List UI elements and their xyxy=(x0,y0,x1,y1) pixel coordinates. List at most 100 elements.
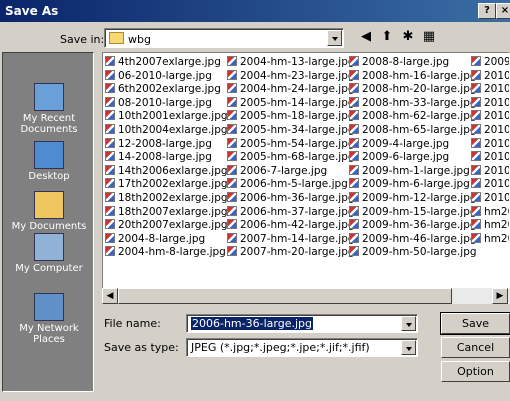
file-item[interactable]: 2006-7-large.jpg xyxy=(227,164,355,179)
file-item[interactable]: 06-2010-large.jpg xyxy=(105,69,228,84)
jpeg-file-icon xyxy=(105,110,115,121)
scroll-left-button[interactable]: ◀ xyxy=(102,288,118,304)
file-item[interactable]: 2007-hm-20-large.jpg xyxy=(227,246,355,260)
file-item[interactable]: 6th2002exlarge.jpg xyxy=(105,83,228,97)
file-item[interactable]: 2010- xyxy=(471,83,509,97)
file-item[interactable]: 20th2007exlarge.jpg xyxy=(105,219,228,233)
file-item[interactable]: 2010- xyxy=(471,110,509,124)
save-in-label: Save in: xyxy=(60,33,105,46)
file-item[interactable]: 2010- xyxy=(471,151,509,165)
jpeg-file-icon xyxy=(227,232,237,243)
file-item[interactable]: 2004-8-large.jpg xyxy=(105,232,228,247)
save-as-type-dropdown[interactable]: JPEG (*.jpg;*.jpeg;*.jpe;*.jif;*.jfif) xyxy=(186,338,418,357)
file-item[interactable]: 2005-hm-68-large.jpg xyxy=(227,151,355,165)
file-item[interactable]: 2009-hm-50-large.jpg xyxy=(349,246,477,260)
file-item[interactable]: 2009-hm-12-large.jpg xyxy=(349,191,477,206)
file-item[interactable]: 2005-hm-54-large.jpg xyxy=(227,137,355,152)
file-name: 17th2002exlarge.jpg xyxy=(118,178,228,191)
cancel-button[interactable]: Cancel xyxy=(441,337,510,358)
jpeg-file-icon xyxy=(471,232,481,243)
file-item[interactable]: 2009-6-large.jpg xyxy=(349,151,477,165)
file-name: hm20 xyxy=(484,232,509,245)
file-item[interactable]: 2004-hm-23-large.jpg xyxy=(227,69,355,84)
scroll-thumb[interactable] xyxy=(118,288,452,304)
file-name: 2010- xyxy=(484,69,509,82)
file-item[interactable]: 2005-hm-18-large.jpg xyxy=(227,110,355,124)
view-menu-icon[interactable]: ▦ xyxy=(420,28,438,46)
file-item[interactable]: 2010- xyxy=(471,191,509,206)
file-item[interactable]: 2008-hm-33-large.jpg xyxy=(349,96,477,111)
file-item[interactable]: 2007-hm-14-large.jpg xyxy=(227,232,355,247)
file-item[interactable]: 10th2004exlarge.jpg xyxy=(105,123,228,138)
place-label: Desktop xyxy=(28,171,70,182)
file-item[interactable]: 2004-hm-8-large.jpg xyxy=(105,246,228,260)
file-item[interactable]: hm20 xyxy=(471,232,509,247)
jpeg-file-icon xyxy=(471,164,481,175)
file-name-field[interactable]: 2006-hm-36-large.jpg xyxy=(186,314,418,333)
file-item[interactable]: 2010- xyxy=(471,164,509,179)
file-item[interactable]: 2008-hm-62-large.jpg xyxy=(349,110,477,124)
horizontal-scrollbar[interactable]: ◀ ▶ xyxy=(102,288,510,304)
close-button[interactable]: × xyxy=(496,3,510,19)
place-desktop[interactable]: Desktop xyxy=(3,141,95,182)
file-item[interactable]: 18th2002exlarge.jpg xyxy=(105,191,228,206)
file-item[interactable]: 2005-hm-14-large.jpg xyxy=(227,96,355,111)
file-item[interactable]: 2009-hm-1-large.jpg xyxy=(349,164,477,179)
place-my-computer[interactable]: My Computer xyxy=(3,233,95,274)
file-item[interactable]: 2008-hm-65-large.jpg xyxy=(349,123,477,138)
new-folder-icon[interactable]: ✱ xyxy=(399,28,417,46)
file-item[interactable]: 2010- xyxy=(471,69,509,84)
file-item[interactable]: 12-2008-large.jpg xyxy=(105,137,228,152)
file-item[interactable]: 2004-hm-24-large.jpg xyxy=(227,83,355,97)
file-name: 2010- xyxy=(484,96,509,109)
save-button[interactable]: Save xyxy=(440,312,510,335)
file-item[interactable]: 08-2010-large.jpg xyxy=(105,96,228,111)
option-button[interactable]: Option xyxy=(441,361,510,382)
jpeg-file-icon xyxy=(227,123,237,134)
file-item[interactable]: 14th2006exlarge.jpg xyxy=(105,164,228,179)
up-folder-icon[interactable]: ⬆ xyxy=(378,28,396,46)
jpeg-file-icon xyxy=(105,246,115,257)
file-item[interactable]: 2010- xyxy=(471,123,509,138)
file-item[interactable]: 2009-hm-36-large.jpg xyxy=(349,219,477,233)
save-in-dropdown[interactable]: wbg xyxy=(104,28,344,48)
file-item[interactable]: 14-2008-large.jpg xyxy=(105,151,228,165)
file-item[interactable]: 2008-hm-20-large.jpg xyxy=(349,83,477,97)
file-list[interactable]: 4th2007exlarge.jpg 06-2010-large.jpg 6th20… xyxy=(102,52,510,304)
back-icon[interactable]: ◀ xyxy=(357,28,375,46)
file-item[interactable]: 2004-hm-13-large.jpg xyxy=(227,56,355,70)
file-item[interactable]: 17th2002exlarge.jpg xyxy=(105,178,228,192)
file-item[interactable]: 2009-4-large.jpg xyxy=(349,137,477,152)
file-item[interactable]: 18th2007exlarge.jpg xyxy=(105,205,228,220)
file-item[interactable]: 2005-hm-34-large.jpg xyxy=(227,123,355,138)
file-item[interactable]: 2010- xyxy=(471,96,509,111)
chevron-down-icon[interactable] xyxy=(401,340,416,355)
file-item[interactable]: 2009-hm-46-large.jpg xyxy=(349,232,477,247)
place-my-documents[interactable]: My Documents xyxy=(3,191,95,232)
file-item[interactable]: 2010- xyxy=(471,137,509,152)
file-item[interactable]: 2006-hm-37-large.jpg xyxy=(227,205,355,220)
title-bar: Save As ? × xyxy=(0,0,510,22)
file-item[interactable]: 2008-8-large.jpg xyxy=(349,56,477,70)
chevron-down-icon[interactable] xyxy=(327,30,342,46)
file-item[interactable]: 2008-hm-16-large.jpg xyxy=(349,69,477,84)
help-button[interactable]: ? xyxy=(478,3,496,19)
file-item[interactable]: 2009-hm-15-large.jpg xyxy=(349,205,477,220)
file-name: 2006-hm-5-large.jpg xyxy=(240,178,348,191)
file-item[interactable]: 2010- xyxy=(471,178,509,192)
file-item[interactable]: 4th2007exlarge.jpg xyxy=(105,56,228,70)
file-name: 2009-4-large.jpg xyxy=(362,137,450,150)
file-item[interactable]: 2009-hm-6-large.jpg xyxy=(349,178,477,192)
file-item[interactable]: 2006-hm-42-large.jpg xyxy=(227,219,355,233)
file-item[interactable]: hm20 xyxy=(471,205,509,220)
file-item[interactable]: 2006-hm-36-large.jpg xyxy=(227,191,355,206)
file-item[interactable]: hm20 xyxy=(471,219,509,233)
scroll-right-button[interactable]: ▶ xyxy=(492,288,508,304)
file-item[interactable]: 10th2001exlarge.jpg xyxy=(105,110,228,124)
chevron-down-icon[interactable] xyxy=(401,316,416,331)
place-my-network-places[interactable]: My Network Places xyxy=(3,293,95,345)
file-item[interactable]: 2009- xyxy=(471,56,509,70)
place-my-recent-documents[interactable]: My Recent Documents xyxy=(3,83,95,135)
file-item[interactable]: 2006-hm-5-large.jpg xyxy=(227,178,355,192)
jpeg-file-icon xyxy=(471,110,481,121)
